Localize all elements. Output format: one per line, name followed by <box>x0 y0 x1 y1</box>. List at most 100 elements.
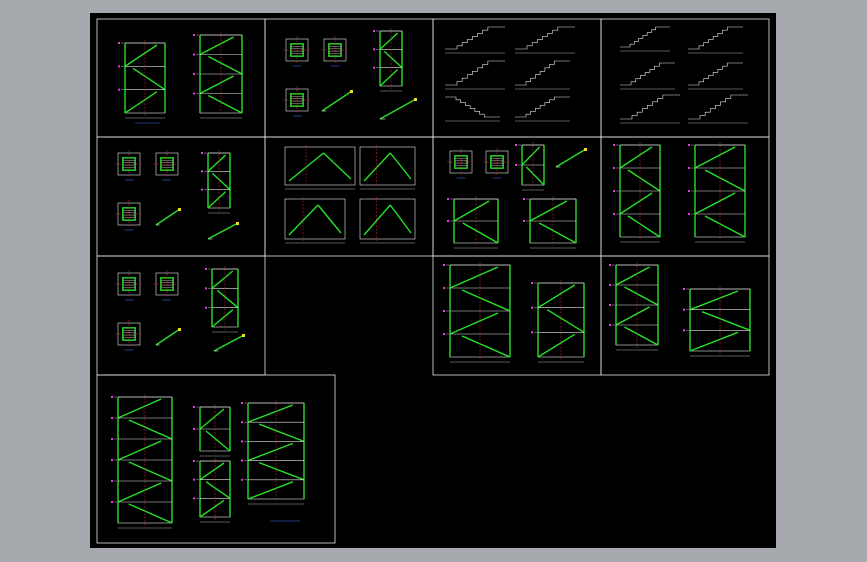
flight-slope <box>555 148 587 168</box>
frame3-profile-5 <box>445 96 500 122</box>
level-marker <box>193 34 195 36</box>
stair-flight <box>128 419 173 440</box>
drawing-frame-11 <box>600 255 770 376</box>
stair-flight <box>619 192 653 215</box>
cad-drawing-viewport[interactable] <box>90 13 776 548</box>
stair-flight <box>694 146 736 169</box>
step-profile <box>515 26 575 50</box>
frame5-detail-flight <box>207 222 239 240</box>
level-marker <box>443 310 445 312</box>
flight-marker <box>350 90 353 93</box>
frame2-detail-flight <box>379 98 417 120</box>
stair-flight <box>117 440 162 461</box>
frame6-flight-detail-3 <box>284 197 346 244</box>
step-profile <box>445 26 505 50</box>
stair-flight <box>627 169 661 192</box>
flight-marker <box>178 328 181 331</box>
drawing-frame-9 <box>96 255 266 376</box>
stair-flight <box>205 481 231 499</box>
frame9-section <box>205 266 239 333</box>
step-profile <box>515 60 570 86</box>
level-marker <box>613 167 615 169</box>
flight-slope <box>213 334 245 352</box>
stair-flight <box>461 335 511 358</box>
stair-flight <box>117 482 162 503</box>
step-profile <box>445 96 500 118</box>
level-marker <box>241 421 243 424</box>
step-profile <box>688 62 743 86</box>
level-marker <box>531 331 533 334</box>
level-marker <box>443 287 445 289</box>
detail-outline <box>284 198 346 240</box>
level-marker <box>193 460 195 462</box>
flight-slope <box>155 208 181 226</box>
detail-flight-a <box>363 152 391 182</box>
stair-flight <box>199 499 225 518</box>
level-marker <box>118 65 120 68</box>
stair-flight <box>117 398 162 419</box>
level-marker <box>683 288 685 290</box>
stair-flight <box>208 94 243 114</box>
frame4-profile-1 <box>620 26 670 52</box>
level-marker <box>201 170 203 173</box>
frame5-flight <box>155 208 181 226</box>
drawing-frame-3 <box>432 18 602 138</box>
stair-detail-drawing-sheet <box>96 18 770 544</box>
stair-flight <box>453 200 490 222</box>
sheet-frames <box>96 18 770 544</box>
level-marker <box>205 306 207 309</box>
frame5-plan-c <box>115 200 143 231</box>
drawing-frame-8 <box>600 136 770 257</box>
stair-flight <box>258 423 305 443</box>
level-marker <box>193 92 195 95</box>
frame10-section-b <box>531 280 585 363</box>
frame6-flight-detail-1 <box>284 145 356 190</box>
frame1-section-b <box>193 32 243 119</box>
level-marker <box>515 164 517 166</box>
stair-flight <box>247 404 294 423</box>
frame8-section-b <box>688 142 746 243</box>
level-marker <box>609 324 611 326</box>
flight-slope <box>207 222 239 240</box>
step-profile <box>515 96 570 118</box>
stair-flight <box>132 67 166 91</box>
stair-flight <box>124 44 158 67</box>
level-marker <box>201 188 203 191</box>
level-marker <box>241 478 243 481</box>
level-marker <box>193 478 195 481</box>
flight-marker <box>178 208 181 211</box>
frame7-section-b <box>447 196 499 249</box>
stair-flight <box>704 215 746 238</box>
frame12-section-a <box>111 394 173 529</box>
level-marker <box>193 497 195 500</box>
frame11-section-b <box>683 286 751 357</box>
level-marker <box>688 190 690 192</box>
stair-flight <box>379 32 399 50</box>
level-marker <box>193 73 195 75</box>
drawing-frame-1 <box>96 18 266 138</box>
frame4-profile-6 <box>688 94 748 124</box>
level-marker <box>609 284 611 286</box>
level-marker <box>111 501 113 503</box>
level-marker <box>609 304 611 306</box>
stair-flight <box>199 462 225 481</box>
frame3-profile-2 <box>515 26 575 54</box>
level-marker <box>523 220 525 222</box>
level-marker <box>447 220 449 222</box>
detail-flight-b <box>323 152 352 180</box>
level-marker <box>205 287 207 290</box>
level-marker <box>201 152 203 154</box>
flight-marker <box>584 148 587 151</box>
level-marker <box>447 198 449 200</box>
stair-flight <box>211 172 231 191</box>
stair-flight <box>615 306 650 326</box>
level-marker <box>613 190 615 192</box>
stair-flight <box>624 286 659 306</box>
level-marker <box>118 42 120 44</box>
level-marker <box>193 53 195 56</box>
detail-outline <box>359 146 416 186</box>
step-profile <box>688 26 743 50</box>
frame7-flight <box>555 148 587 168</box>
stair-flight <box>207 154 227 172</box>
stair-flight <box>689 290 739 311</box>
